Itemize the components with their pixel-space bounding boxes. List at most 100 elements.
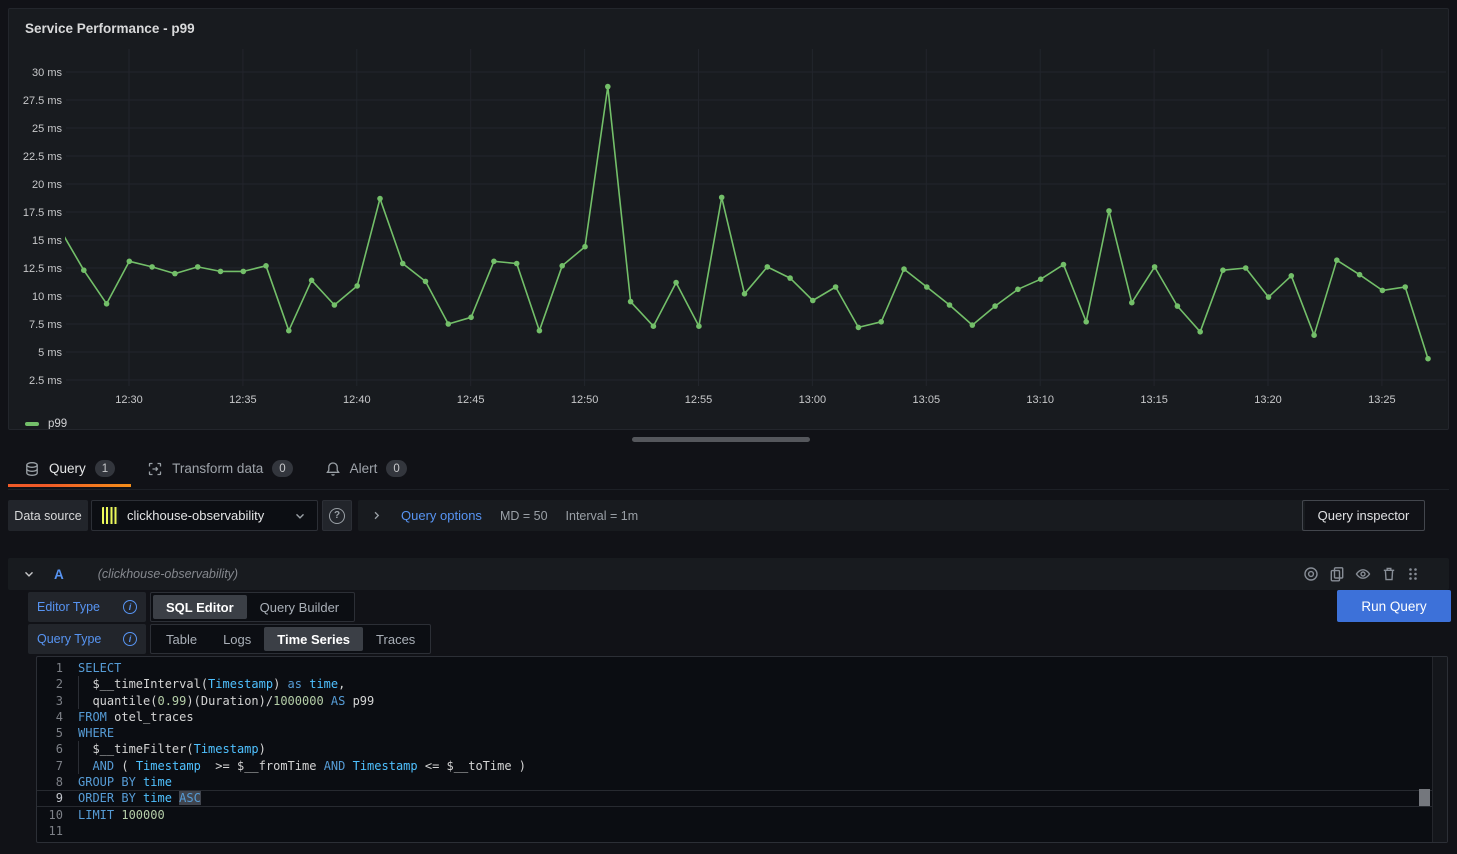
- datasource-row: Data source clickhouse-observability ? Q…: [8, 500, 1449, 531]
- bell-icon: [325, 461, 341, 477]
- info-icon: i: [123, 632, 137, 646]
- svg-text:12:55: 12:55: [685, 394, 713, 406]
- query-type-group: TableLogsTime SeriesTraces: [150, 624, 431, 654]
- datasource-name: clickhouse-observability: [127, 508, 285, 523]
- tab-query-count: 1: [95, 460, 115, 477]
- timeseries-panel: 30 ms27.5 ms25 ms22.5 ms20 ms17.5 ms15 m…: [8, 8, 1449, 430]
- code-line-3: 3 quantile(0.99)(Duration)/1000000 AS p9…: [37, 693, 1447, 709]
- info-icon: i: [123, 600, 137, 614]
- svg-text:12:50: 12:50: [571, 394, 599, 406]
- svg-text:13:10: 13:10: [1026, 394, 1054, 406]
- query-actions: [1303, 566, 1419, 582]
- option-sql-editor[interactable]: SQL Editor: [153, 595, 247, 619]
- chevron-right-icon: [370, 509, 383, 522]
- option-time-series[interactable]: Time Series: [264, 627, 363, 651]
- legend-swatch: [25, 422, 39, 426]
- svg-text:13:15: 13:15: [1140, 394, 1168, 406]
- query-row-header[interactable]: A (clickhouse-observability): [8, 558, 1449, 590]
- svg-text:13:20: 13:20: [1254, 394, 1282, 406]
- tab-label: Transform data: [172, 461, 263, 476]
- option-logs[interactable]: Logs: [210, 627, 264, 651]
- option-table[interactable]: Table: [153, 627, 210, 651]
- svg-text:25 ms: 25 ms: [32, 123, 62, 135]
- query-options-link[interactable]: Query options: [401, 508, 482, 523]
- interval-value: Interval = 1m: [566, 509, 639, 523]
- svg-text:27.5 ms: 27.5 ms: [23, 95, 63, 107]
- svg-text:12:40: 12:40: [343, 394, 371, 406]
- query-inspector-button[interactable]: Query inspector: [1302, 500, 1425, 531]
- grafana-edit-panel-page: 30 ms 27.5 ms 25 ms 22.5 ms 20 ms 1 7.5 ms 15 m…: [0, 0, 1457, 854]
- code-line-10: 10LIMIT 100000: [37, 807, 1447, 823]
- svg-text:15 ms: 15 ms: [32, 235, 62, 247]
- code-line-8: 8GROUP BY time: [37, 774, 1447, 790]
- legend: p99: [25, 418, 67, 430]
- eye-icon[interactable]: [1355, 566, 1371, 582]
- query-options-header[interactable]: Query options MD = 50 Interval = 1m: [358, 500, 1305, 531]
- code-line-1: 1SELECT: [37, 660, 1447, 676]
- tab-alert[interactable]: Alert 0: [309, 448, 423, 489]
- svg-text:12:35: 12:35: [229, 394, 257, 406]
- query-datasource-hint: (clickhouse-observability): [98, 567, 238, 581]
- editor-scrollbar-track[interactable]: [1432, 657, 1447, 842]
- option-query-builder[interactable]: Query Builder: [247, 595, 352, 619]
- tab-transform-count: 0: [272, 460, 292, 477]
- legend-item-p99[interactable]: p99: [48, 418, 67, 430]
- code-line-7: 7 AND ( Timestamp >= $__fromTime AND Tim…: [37, 758, 1447, 774]
- editor-type-group: SQL EditorQuery Builder: [150, 592, 355, 622]
- svg-text:13:05: 13:05: [913, 394, 941, 406]
- svg-text:13:00: 13:00: [799, 394, 827, 406]
- svg-text:20 ms: 20 ms: [32, 179, 62, 191]
- svg-text:2.5 ms: 2.5 ms: [29, 375, 63, 387]
- code-line-2: 2 $__timeInterval(Timestamp) as time,: [37, 676, 1447, 692]
- datasource-picker[interactable]: clickhouse-observability: [91, 500, 318, 531]
- database-icon: [24, 461, 40, 477]
- panel-scrollbar-handle[interactable]: [632, 437, 810, 442]
- code-line-5: 5WHERE: [37, 725, 1447, 741]
- editor-tabs: Query 1 Transform data 0 Alert 0: [8, 448, 1449, 490]
- query-type-row: Query Type i TableLogsTime SeriesTraces: [28, 624, 431, 654]
- sql-editor[interactable]: 1SELECT2 $__timeInterval(Timestamp) as t…: [36, 656, 1448, 843]
- tab-label: Query: [49, 461, 86, 476]
- run-query-button[interactable]: Run Query: [1337, 590, 1451, 622]
- svg-text:12:30: 12:30: [115, 394, 143, 406]
- svg-text:30 ms: 30 ms: [32, 67, 62, 79]
- trash-icon[interactable]: [1381, 566, 1397, 582]
- tab-alert-count: 0: [386, 460, 406, 477]
- svg-text:12.5 ms: 12.5 ms: [23, 263, 63, 275]
- query-type-label-text: Query Type: [37, 632, 101, 646]
- svg-text:22.5 ms: 22.5 ms: [23, 151, 63, 163]
- code-line-9: 9ORDER BY time ASC: [37, 790, 1447, 806]
- max-data-points-value: MD = 50: [500, 509, 548, 523]
- disable-query-icon[interactable]: [1303, 566, 1319, 582]
- tab-transform-data[interactable]: Transform data 0: [131, 448, 308, 489]
- transform-icon: [147, 461, 163, 477]
- duplicate-query-icon[interactable]: [1329, 566, 1345, 582]
- svg-text:7.5 ms: 7.5 ms: [29, 319, 63, 331]
- clickhouse-logo-icon: [102, 507, 119, 524]
- timeseries-chart[interactable]: 30 ms27.5 ms25 ms22.5 ms20 ms17.5 ms15 m…: [9, 9, 1449, 430]
- svg-text:10 ms: 10 ms: [32, 291, 62, 303]
- option-traces[interactable]: Traces: [363, 627, 428, 651]
- query-type-label: Query Type i: [28, 624, 146, 654]
- chevron-down-icon: [293, 509, 307, 523]
- editor-type-label: Editor Type i: [28, 592, 146, 622]
- editor-type-row: Editor Type i SQL EditorQuery Builder: [28, 592, 355, 622]
- datasource-help-button[interactable]: ?: [322, 500, 352, 531]
- datasource-label: Data source: [8, 500, 88, 531]
- collapse-chevron-icon[interactable]: [22, 567, 36, 581]
- sql-code-lines: 1SELECT2 $__timeInterval(Timestamp) as t…: [37, 660, 1447, 839]
- tab-query[interactable]: Query 1: [8, 448, 131, 489]
- query-ref-id: A: [54, 567, 64, 582]
- editor-type-label-text: Editor Type: [37, 600, 100, 614]
- code-line-6: 6 $__timeFilter(Timestamp): [37, 741, 1447, 757]
- svg-text:13:25: 13:25: [1368, 394, 1396, 406]
- code-line-11: 11: [37, 823, 1447, 839]
- svg-text:5 ms: 5 ms: [38, 347, 62, 359]
- panel-title: Service Performance - p99: [25, 21, 195, 36]
- code-line-4: 4FROM otel_traces: [37, 709, 1447, 725]
- editor-scrollbar-thumb[interactable]: [1419, 789, 1430, 806]
- drag-handle-icon[interactable]: [1407, 566, 1419, 582]
- tab-label: Alert: [350, 461, 378, 476]
- question-circle-icon: ?: [329, 508, 345, 524]
- svg-text:12:45: 12:45: [457, 394, 485, 406]
